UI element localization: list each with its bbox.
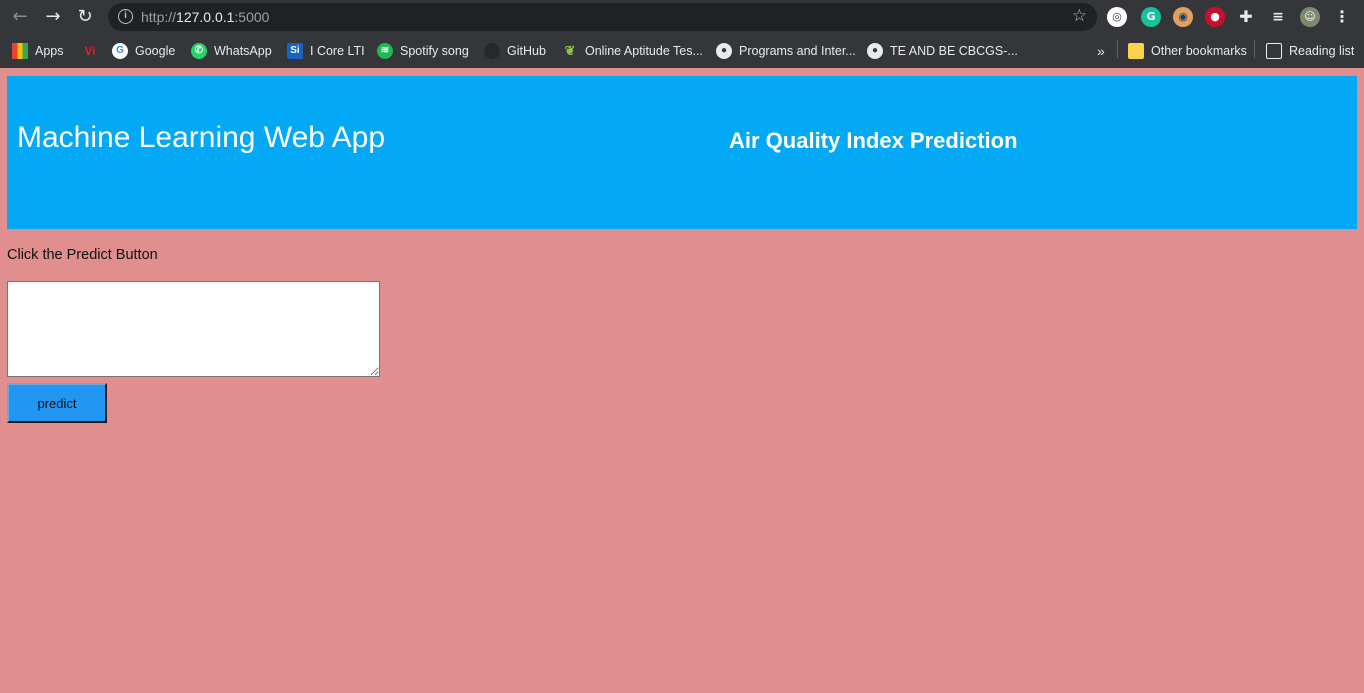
reload-icon[interactable]: ↻ bbox=[73, 5, 97, 29]
extension-face-icon[interactable]: ◉ bbox=[1173, 7, 1193, 27]
bookmark-apps[interactable]: Apps bbox=[12, 42, 64, 60]
github-icon bbox=[484, 43, 500, 59]
bookmark-label: TE AND BE CBCGS-... bbox=[890, 44, 1018, 58]
instruction-text: Click the Predict Button bbox=[7, 247, 158, 263]
profile-avatar[interactable]: ☺ bbox=[1300, 7, 1320, 27]
url-port: :5000 bbox=[234, 9, 270, 25]
reading-list-label: Reading list bbox=[1289, 44, 1355, 58]
leaf-icon: ❦ bbox=[564, 43, 576, 58]
bookmark-other[interactable]: Other bookmarks bbox=[1128, 42, 1247, 60]
page-subtitle: Air Quality Index Prediction bbox=[729, 128, 1018, 153]
bookmark-spotify[interactable]: ≋ Spotify song bbox=[377, 42, 469, 60]
url-text[interactable]: http://127.0.0.1:5000 bbox=[141, 9, 269, 25]
back-arrow-icon[interactable]: ← bbox=[8, 5, 32, 29]
address-bar[interactable]: i http://127.0.0.1:5000 ☆ bbox=[108, 3, 1097, 31]
bookmarks-bar: Apps Vi G Google ✆ WhatsApp Si I Core LT… bbox=[0, 34, 1364, 68]
browser-toolbar: ← → ↻ i http://127.0.0.1:5000 ☆ ◎ G ◉ ● … bbox=[0, 0, 1364, 34]
bookmarks-divider bbox=[1254, 40, 1255, 58]
extension-icon[interactable]: ◎ bbox=[1107, 7, 1127, 27]
page-content: Machine Learning Web App Air Quality Ind… bbox=[0, 68, 1364, 693]
spotify-icon: ≋ bbox=[377, 43, 393, 59]
bookmark-label: Google bbox=[135, 44, 176, 58]
prediction-input[interactable] bbox=[7, 281, 380, 377]
bookmarks-overflow-button[interactable]: » bbox=[1097, 42, 1105, 60]
record-icon[interactable]: ● bbox=[1205, 7, 1225, 27]
url-host: 127.0.0.1 bbox=[176, 9, 235, 25]
reading-list-icon bbox=[1266, 43, 1282, 59]
bookmark-label: GitHub bbox=[507, 44, 546, 58]
bookmark-star-icon[interactable]: ☆ bbox=[1072, 6, 1087, 26]
bookmark-label: WhatsApp bbox=[214, 44, 272, 58]
bookmark-label: I Core LTI bbox=[310, 44, 365, 58]
bookmark-te-be-cbcgs[interactable]: ● TE AND BE CBCGS-... bbox=[867, 42, 1018, 60]
bookmark-icore-lti[interactable]: Si I Core LTI bbox=[287, 42, 365, 60]
lti-icon: Si bbox=[287, 43, 303, 59]
bookmarks-divider bbox=[1117, 40, 1118, 58]
google-icon: G bbox=[112, 43, 128, 59]
bookmark-label: Other bookmarks bbox=[1151, 44, 1247, 58]
app-header: Machine Learning Web App Air Quality Ind… bbox=[7, 76, 1357, 229]
bookmark-google[interactable]: G Google bbox=[112, 42, 175, 60]
grammarly-icon[interactable]: G bbox=[1141, 7, 1161, 27]
menu-kebab-icon[interactable]: ⋮ bbox=[1332, 7, 1352, 27]
media-control-icon[interactable]: ≡ bbox=[1268, 7, 1288, 27]
globe-icon: ● bbox=[716, 43, 732, 59]
globe-icon: ● bbox=[867, 43, 883, 59]
predict-button[interactable]: predict bbox=[7, 383, 107, 423]
extensions-puzzle-icon[interactable]: ✚ bbox=[1236, 7, 1256, 27]
app-title: Machine Learning Web App bbox=[17, 121, 386, 154]
site-info-icon[interactable]: i bbox=[118, 9, 133, 24]
vi-icon: Vi bbox=[84, 44, 96, 58]
folder-icon bbox=[1128, 43, 1144, 59]
bookmark-label: Spotify song bbox=[400, 44, 469, 58]
whatsapp-icon: ✆ bbox=[191, 43, 207, 59]
bookmark-programs[interactable]: ● Programs and Inter... bbox=[716, 42, 856, 60]
bookmark-label: Programs and Inter... bbox=[739, 44, 856, 58]
reading-list-button[interactable]: Reading list bbox=[1266, 42, 1354, 60]
bookmark-whatsapp[interactable]: ✆ WhatsApp bbox=[191, 42, 272, 60]
bookmark-online-aptitude[interactable]: ❦ Online Aptitude Tes... bbox=[562, 42, 703, 60]
bookmark-label: Online Aptitude Tes... bbox=[585, 44, 703, 58]
url-scheme: http:// bbox=[141, 9, 177, 25]
forward-arrow-icon[interactable]: → bbox=[41, 5, 65, 29]
bookmark-label: Apps bbox=[35, 44, 64, 58]
apps-grid-icon bbox=[12, 43, 28, 59]
bookmark-github[interactable]: GitHub bbox=[484, 42, 546, 60]
bookmark-vi[interactable]: Vi bbox=[82, 42, 105, 60]
